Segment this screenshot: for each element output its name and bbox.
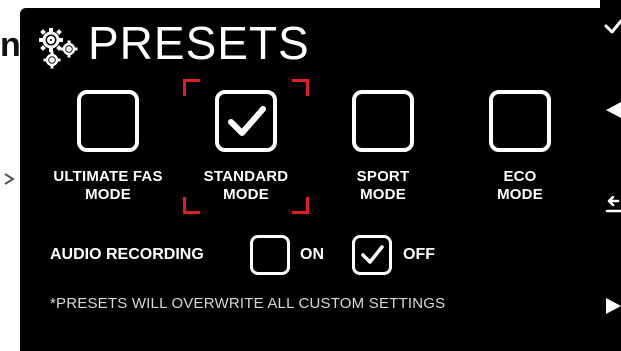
- selection-corner: [292, 79, 309, 96]
- app-window: n PRESETS ULTIMATE FAS MODE STANDARD MOD…: [0, 0, 621, 351]
- selection-corner: [183, 79, 200, 96]
- preset-checkbox[interactable]: [489, 90, 551, 152]
- presets-footnote: *PRESETS WILL OVERWRITE ALL CUSTOM SETTI…: [50, 295, 446, 312]
- chevron-right-icon: [4, 173, 15, 185]
- audio-recording-label: AUDIO RECORDING: [50, 246, 204, 263]
- checkmark-icon[interactable]: [604, 18, 621, 38]
- preset-label: SPORT MODE: [356, 168, 410, 203]
- checkmark-icon: [361, 245, 384, 264]
- selection-corner: [292, 197, 309, 214]
- preset-label: ULTIMATE FAS MODE: [53, 168, 163, 203]
- preset-ultimate-fast-mode[interactable]: ULTIMATE FAS MODE: [48, 90, 168, 204]
- swap-icon[interactable]: [604, 196, 621, 216]
- audio-on-checkbox[interactable]: [250, 235, 290, 275]
- gears-icon: [39, 28, 78, 69]
- back-arrow-icon[interactable]: [604, 100, 621, 120]
- preset-label: ECO MODE: [497, 168, 543, 203]
- preset-checkbox[interactable]: [77, 90, 139, 152]
- page-title: PRESETS: [88, 17, 310, 69]
- selection-highlight: [183, 79, 309, 214]
- preset-eco-mode[interactable]: ECO MODE: [460, 90, 580, 204]
- left-edge-fragment: n: [0, 0, 21, 351]
- play-icon[interactable]: [604, 296, 621, 316]
- audio-off-checkbox[interactable]: [352, 235, 392, 275]
- cropped-text: n: [0, 26, 21, 64]
- audio-on-label: ON: [300, 246, 324, 263]
- preset-sport-mode[interactable]: SPORT MODE: [323, 90, 443, 204]
- preset-checkbox[interactable]: [352, 90, 414, 152]
- audio-off-label: OFF: [403, 246, 435, 263]
- right-sidebar: [600, 0, 621, 351]
- selection-corner: [183, 197, 200, 214]
